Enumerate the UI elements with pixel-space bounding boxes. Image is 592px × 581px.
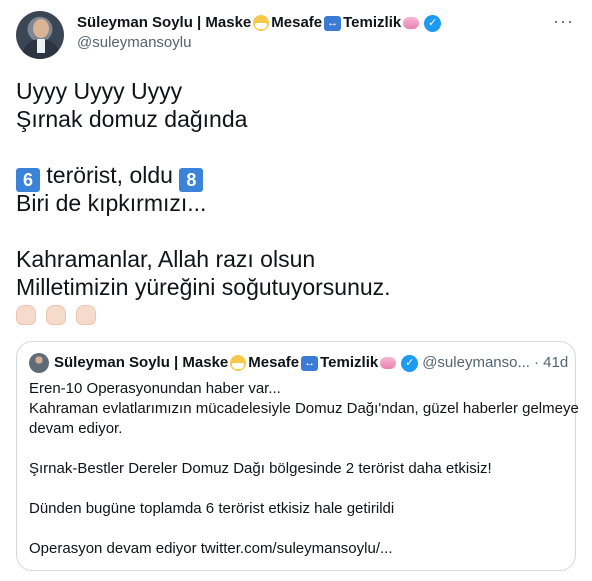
soap-icon	[380, 357, 397, 369]
quoted-tweet[interactable]: Süleyman Soylu | Maske Mesafe ↔ Temizlik…	[16, 341, 579, 571]
tweet-line-3-text: terörist, oldu	[40, 162, 180, 188]
reaction-icons	[16, 305, 576, 327]
quoted-line: Dünden bugüne toplamda 6 terörist etkisi…	[29, 500, 395, 517]
pray-hands-icon	[76, 305, 96, 325]
quoted-tweet-text: Eren-10 Operasyonundan haber var... Kahr…	[29, 379, 579, 559]
mask-face-icon	[253, 15, 270, 31]
soap-icon	[403, 17, 420, 29]
quoted-author-avatar	[29, 353, 49, 373]
author-avatar[interactable]	[16, 11, 64, 59]
quoted-gap	[29, 519, 565, 539]
tweet-header: Süleyman Soylu | Maske Mesafe ↔ Temizlik…	[16, 11, 576, 61]
tweet-gap	[16, 217, 576, 245]
tweet-line-1: Uyyy Uyyy Uyyy	[16, 78, 183, 104]
tweet-line-4: Biri de kıpkırmızı...	[16, 190, 207, 216]
pray-hands-icon	[46, 305, 66, 325]
quoted-tweet-header: Süleyman Soylu | Maske Mesafe ↔ Temizlik…	[29, 353, 568, 373]
author-handle[interactable]: @suleymansoylu	[77, 33, 441, 53]
avatar-face	[33, 19, 49, 38]
quoted-line: devam ediyor.	[29, 420, 123, 437]
author-display-name[interactable]: Süleyman Soylu | Maske Mesafe ↔ Temizlik…	[77, 13, 442, 33]
quoted-line: Eren-10 Operasyonundan haber var...	[29, 380, 281, 397]
author-name-mesafe: Mesafe	[271, 14, 323, 31]
pray-hands-icon	[16, 305, 36, 325]
quoted-author-handle: @suleymanso...	[422, 354, 530, 371]
tweet-line-3: 6 terörist, oldu 8	[16, 161, 576, 192]
tweet-text: Uyyy Uyyy Uyyy Şırnak domuz dağında 6 te…	[16, 77, 576, 327]
avatar-shirt	[37, 39, 45, 53]
quoted-gap	[29, 479, 565, 499]
quoted-timestamp: · 41d	[533, 354, 569, 371]
tweet-gap	[16, 133, 576, 161]
verified-badge-icon: ✓	[424, 14, 442, 32]
quoted-gap	[29, 439, 565, 459]
quoted-author-name-mesafe: Mesafe	[248, 354, 300, 371]
quoted-author-name-text: Süleyman Soylu | Maske	[54, 354, 229, 371]
more-options-icon[interactable]: ···	[553, 11, 574, 32]
author-names: Süleyman Soylu | Maske Mesafe ↔ Temizlik…	[77, 13, 442, 53]
author-name-text: Süleyman Soylu | Maske	[77, 14, 252, 31]
quoted-line-link[interactable]: Operasyon devam ediyor twitter.com/suley…	[29, 539, 565, 559]
verified-badge-icon: ✓	[401, 354, 419, 372]
quoted-line: Kahraman evlatlarımızın mücadelesiyle Do…	[29, 400, 579, 417]
tweet-line-5: Kahramanlar, Allah razı olsun	[16, 246, 316, 272]
left-right-arrow-icon: ↔	[324, 15, 342, 31]
left-right-arrow-icon: ↔	[301, 355, 319, 371]
mask-face-icon	[230, 355, 247, 371]
tweet-line-6: Milletimizin yüreğini soğutuyorsunuz.	[16, 274, 391, 300]
tweet-line-2: Şırnak domuz dağında	[16, 106, 248, 132]
quoted-author-name-temizlik: Temizlik	[320, 354, 379, 371]
quoted-line: Şırnak-Bestler Dereler Domuz Dağı bölges…	[29, 460, 492, 477]
quoted-author-name: Süleyman Soylu | Maske Mesafe ↔ Temizlik…	[54, 353, 419, 373]
author-name-temizlik: Temizlik	[343, 14, 402, 31]
